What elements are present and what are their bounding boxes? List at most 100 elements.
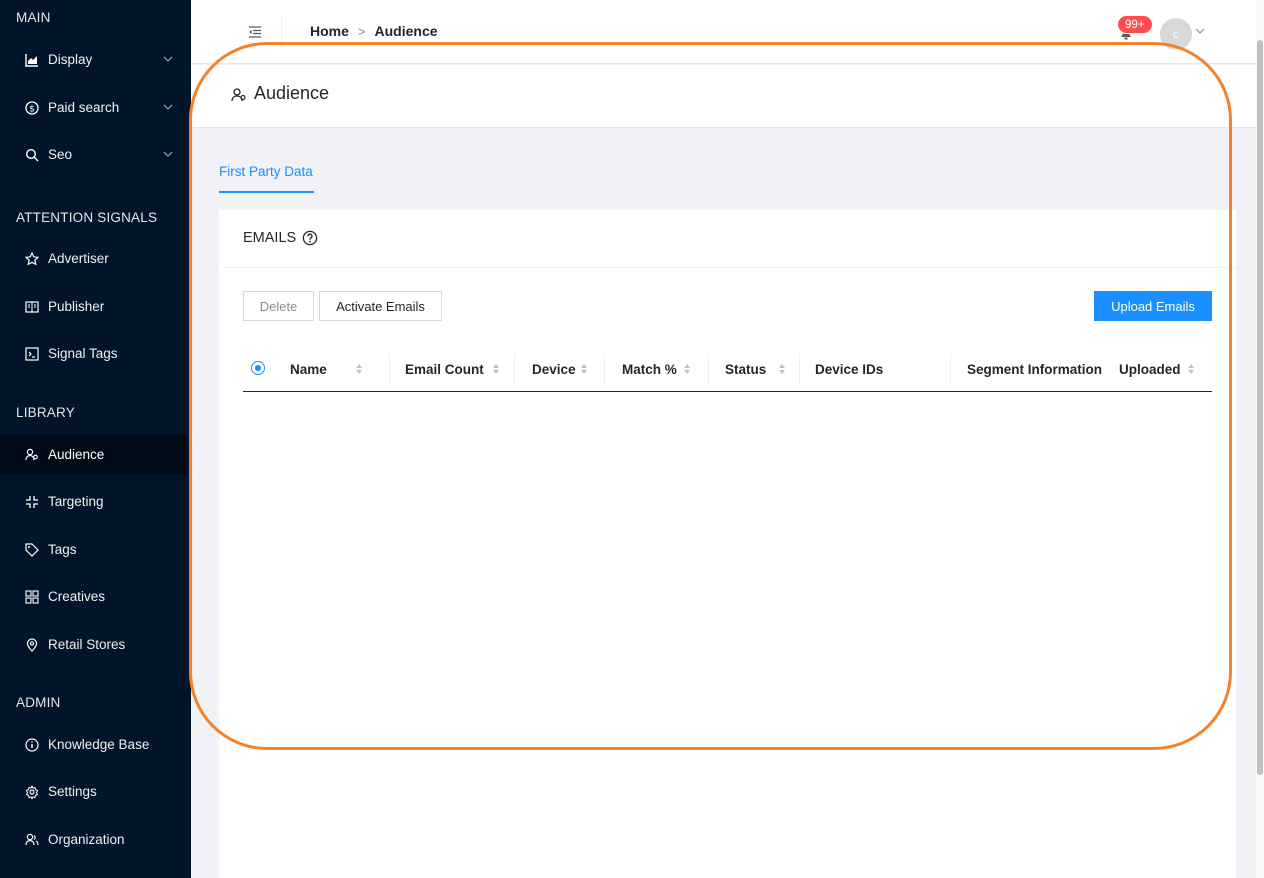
section-title-library: LIBRARY <box>16 405 75 420</box>
column-header-uploaded[interactable]: Uploaded <box>1119 346 1195 392</box>
chevron-down-icon <box>163 151 173 157</box>
menu-fold-icon[interactable] <box>247 24 263 40</box>
dollar-circle-icon: $ <box>24 100 40 116</box>
breadcrumb-separator-icon: > <box>357 23 366 39</box>
sort-icon[interactable] <box>778 363 786 375</box>
section-title-attention-signals: ATTENTION SIGNALS <box>16 210 158 225</box>
sidebar-scrollbar[interactable] <box>188 0 191 878</box>
sidebar-item-audience[interactable]: Audience <box>0 435 188 474</box>
sidebar-item-display[interactable]: Display <box>0 40 188 79</box>
breadcrumb-audience: Audience <box>374 23 438 39</box>
sidebar-item-signal-tags[interactable]: Signal Tags <box>0 334 188 373</box>
sidebar-item-label: Advertiser <box>48 251 109 266</box>
select-all-radio[interactable] <box>251 361 265 375</box>
page-title: Audience <box>254 83 330 103</box>
sidebar-item-seo[interactable]: Seo <box>0 135 188 174</box>
sidebar: MAIN Display $ Paid search Seo ATTENTION… <box>0 0 191 878</box>
column-header-label: Device IDs <box>815 361 884 377</box>
column-header-email-count[interactable]: Email Count <box>405 346 500 392</box>
column-header-device-ids: Device IDs <box>815 346 883 392</box>
sidebar-item-label: Publisher <box>48 299 105 314</box>
column-header-label: Match % <box>622 361 677 377</box>
page-header: Audience <box>191 65 1256 128</box>
sidebar-item-label: Seo <box>48 147 73 162</box>
scrollbar-thumb[interactable] <box>1257 40 1263 775</box>
tag-icon <box>24 542 40 558</box>
sidebar-item-tags[interactable]: Tags <box>0 530 188 569</box>
column-header-match[interactable]: Match % <box>622 346 691 392</box>
notification-badge: 99+ <box>1117 15 1153 34</box>
column-header-label: Email Count <box>405 361 484 377</box>
sidebar-item-targeting[interactable]: Targeting <box>0 482 188 521</box>
sort-icon[interactable] <box>1187 363 1195 375</box>
card-divider <box>223 267 1251 268</box>
page-scrollbar[interactable] <box>1256 0 1264 878</box>
sidebar-item-creatives[interactable]: Creatives <box>0 577 188 616</box>
chevron-down-icon <box>163 104 173 110</box>
column-divider <box>708 354 709 384</box>
column-divider <box>950 354 951 384</box>
column-header-segment-information: Segment Information <box>967 346 1102 392</box>
book-icon <box>24 299 40 315</box>
avatar[interactable]: c <box>1160 18 1192 50</box>
column-header-status[interactable]: Status <box>725 346 786 392</box>
sort-icon[interactable] <box>683 363 691 375</box>
question-circle-icon[interactable] <box>302 230 318 246</box>
users-icon <box>231 88 246 102</box>
sidebar-item-paid-search[interactable]: $ Paid search <box>0 88 188 127</box>
upload-emails-button[interactable]: Upload Emails <box>1094 291 1212 321</box>
card-title-text: EMAILS <box>243 230 297 246</box>
column-header-label: Segment Information <box>967 361 1103 377</box>
sidebar-item-publisher[interactable]: Publisher <box>0 287 188 326</box>
sort-icon[interactable] <box>580 363 588 375</box>
users-icon <box>24 447 40 463</box>
sidebar-item-label: Display <box>48 52 93 67</box>
sidebar-item-settings[interactable]: Settings <box>0 772 188 811</box>
column-header-device[interactable]: Device <box>532 346 588 392</box>
tab-first-party-data[interactable]: First Party Data <box>219 164 313 179</box>
card-title: EMAILS <box>243 230 318 246</box>
sidebar-item-label: Paid search <box>48 100 120 115</box>
delete-button[interactable]: Delete <box>243 291 314 321</box>
sidebar-item-organization[interactable]: Organization <box>0 820 188 859</box>
star-icon <box>24 251 40 267</box>
column-header-name[interactable]: Name <box>290 346 363 392</box>
sort-icon[interactable] <box>492 363 500 375</box>
header-divider <box>281 16 282 48</box>
code-icon <box>24 346 40 362</box>
breadcrumb-home[interactable]: Home <box>310 23 349 39</box>
location-pin-icon <box>24 637 40 653</box>
sidebar-item-retail-stores[interactable]: Retail Stores <box>0 625 188 664</box>
sidebar-item-knowledge-base[interactable]: Knowledge Base <box>0 725 188 764</box>
sidebar-item-advertiser[interactable]: Advertiser <box>0 239 188 278</box>
sort-icon[interactable] <box>355 363 363 375</box>
sidebar-item-label: Retail Stores <box>48 637 126 652</box>
column-header-label: Uploaded <box>1119 361 1181 377</box>
tab-active-indicator <box>219 191 314 193</box>
sidebar-item-label: Signal Tags <box>48 346 118 361</box>
column-divider <box>604 354 605 384</box>
sidebar-item-label: Knowledge Base <box>48 737 150 752</box>
compress-icon <box>24 494 40 510</box>
sidebar-item-label: Organization <box>48 832 125 847</box>
sidebar-item-label: Audience <box>48 447 105 462</box>
sidebar-item-label: Targeting <box>48 494 104 509</box>
breadcrumb: Home > Audience <box>310 23 438 39</box>
activate-emails-button[interactable]: Activate Emails <box>319 291 442 321</box>
sidebar-item-label: Creatives <box>48 589 106 604</box>
team-icon <box>24 832 40 848</box>
section-title-admin: ADMIN <box>16 695 61 710</box>
chevron-down-icon[interactable] <box>1195 26 1205 36</box>
column-header-label: Device <box>532 361 576 377</box>
sidebar-item-label: Settings <box>48 784 97 799</box>
search-icon <box>24 147 40 163</box>
gear-icon <box>24 784 40 800</box>
sidebar-item-label: Tags <box>48 542 77 557</box>
section-title-main: MAIN <box>16 10 51 25</box>
column-header-label: Name <box>290 361 327 377</box>
table-header: Name Email Count Device Match % Status D… <box>243 346 1212 392</box>
area-chart-icon <box>24 52 40 68</box>
column-divider <box>389 354 390 384</box>
emails-card: EMAILS Delete Activate Emails Upload Ema… <box>219 210 1251 878</box>
chevron-down-icon <box>163 56 173 62</box>
